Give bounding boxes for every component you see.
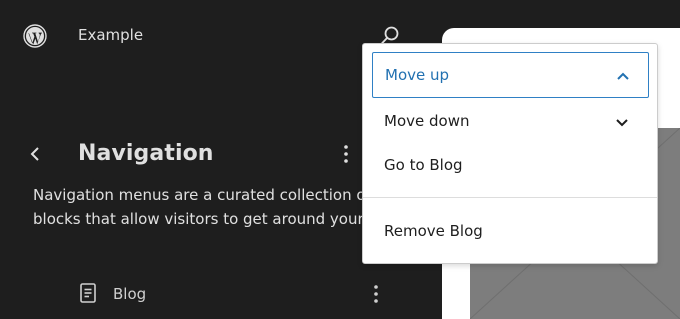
chevron-down-icon xyxy=(612,113,632,131)
more-vertical-icon[interactable] xyxy=(366,282,386,306)
menu-item-label: Go to Blog xyxy=(384,156,463,174)
wordpress-logo-icon[interactable] xyxy=(23,24,47,48)
menu-divider xyxy=(363,197,657,198)
more-vertical-icon[interactable] xyxy=(336,142,356,166)
menu-item-label: Remove Blog xyxy=(384,222,483,240)
sidebar-description: Navigation menus are a curated collectio… xyxy=(33,183,373,231)
remove-blog-menu-item[interactable]: Remove Blog xyxy=(372,209,649,255)
go-to-blog-menu-item[interactable]: Go to Blog xyxy=(372,143,649,189)
site-title[interactable]: Example xyxy=(78,26,143,44)
navigation-item-blog[interactable]: Blog xyxy=(70,278,400,310)
page-icon xyxy=(78,282,98,304)
description-line: Navigation menus are a curated collectio… xyxy=(33,186,371,204)
move-down-menu-item[interactable]: Move down xyxy=(372,99,649,145)
chevron-left-icon[interactable] xyxy=(26,144,46,164)
move-up-menu-item[interactable]: Move up xyxy=(372,52,649,98)
navigation-item-label: Blog xyxy=(113,285,147,303)
page-title: Navigation xyxy=(78,141,214,166)
menu-item-label: Move down xyxy=(384,112,470,130)
chevron-up-icon xyxy=(613,67,633,85)
block-options-dropdown: Move up Move down Go to Blog Remove Blog xyxy=(362,43,658,264)
menu-item-label: Move up xyxy=(385,66,450,84)
description-line: blocks that allow visitors to get around… xyxy=(33,210,373,228)
